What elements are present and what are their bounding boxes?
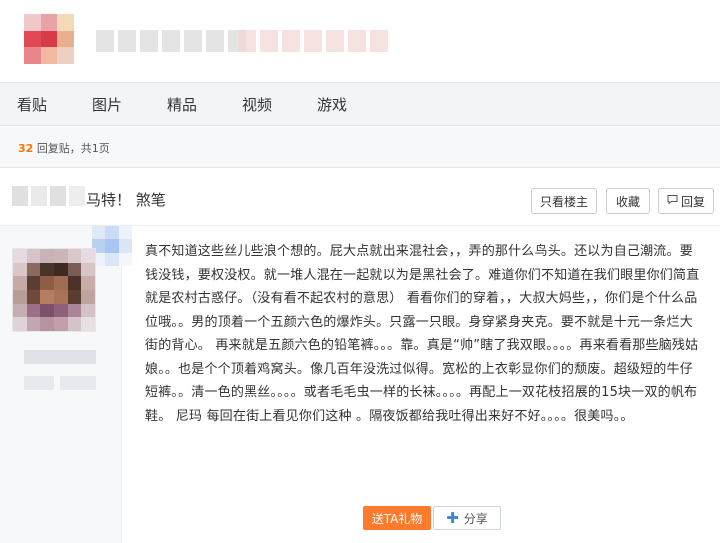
plus-icon: ✚ — [446, 509, 459, 527]
reply-count-bar: 32 回复贴，共1页 — [0, 126, 720, 168]
forum-subtitle-blurred — [238, 30, 388, 52]
author-name-blurred — [24, 350, 96, 364]
reply-button[interactable]: 回复 — [658, 188, 714, 214]
reply-button-label: 回复 — [680, 194, 705, 209]
forum-logo[interactable] — [24, 14, 74, 64]
send-gift-button[interactable]: 送TA礼物 — [363, 506, 431, 530]
forum-name-blurred — [96, 30, 246, 52]
author-avatar[interactable] — [12, 248, 96, 332]
thread-title-bar: 马特！ 煞笔 只看楼主 收藏 回复 — [0, 168, 720, 226]
reply-count-suffix: 回复贴，共1页 — [36, 142, 110, 155]
tab-featured[interactable]: 精品 — [167, 94, 197, 115]
post-body: 真不知道这些丝儿些浪个想的。屁大点就出来混社会，，弄的那什么鸟头。还以为自己潮流… — [145, 244, 700, 424]
tab-images[interactable]: 图片 — [92, 94, 122, 115]
tab-posts[interactable]: 看贴 — [17, 94, 47, 115]
reply-bubble-icon — [667, 194, 678, 208]
page: 看贴 图片 精品 视频 游戏 32 回复贴，共1页 马特！ 煞笔 只看楼主 收藏… — [0, 0, 720, 543]
reply-count-text: 32 回复贴，共1页 — [18, 140, 110, 156]
thread-title: 马特！ 煞笔 — [86, 191, 166, 209]
nav-bar: 看贴 图片 精品 视频 游戏 — [0, 82, 720, 126]
tab-videos[interactable]: 视频 — [242, 94, 272, 115]
author-panel — [0, 226, 132, 543]
favorite-button[interactable]: 收藏 — [606, 188, 650, 214]
title-prefix-blurred — [12, 186, 85, 206]
only-op-button[interactable]: 只看楼主 — [531, 188, 597, 214]
share-button[interactable]: ✚ 分享 — [433, 506, 501, 530]
author-badge-blurred — [92, 226, 132, 266]
author-title-blurred — [60, 376, 96, 390]
reply-count-number: 32 — [18, 142, 34, 155]
tab-games[interactable]: 游戏 — [317, 94, 347, 115]
forum-header — [0, 0, 720, 82]
author-level-blurred — [24, 376, 54, 390]
share-button-label: 分享 — [463, 511, 488, 526]
